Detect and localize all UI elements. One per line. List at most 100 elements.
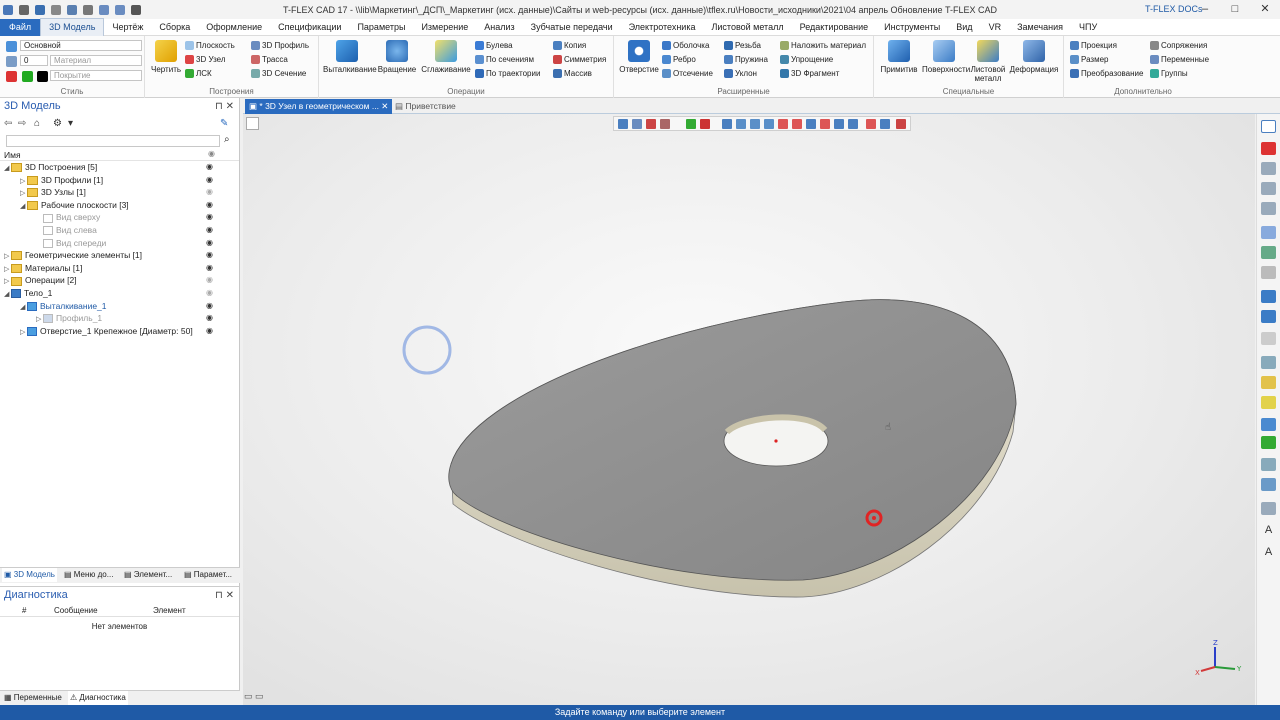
draw-button[interactable]: Чертить (151, 40, 181, 74)
section3d-button[interactable]: 3D Сечение (251, 69, 306, 79)
new-icon[interactable] (19, 4, 29, 15)
layout-toggle-icon[interactable]: ▭ ▭ (244, 691, 274, 703)
menu-remarks[interactable]: Замечания (1009, 19, 1071, 36)
tree-item[interactable]: Вид спереди ◉ (0, 237, 236, 249)
visibility-eye-icon[interactable]: ◉ (206, 325, 213, 337)
symmetry-button[interactable]: Симметрия (553, 55, 606, 65)
visibility-eye-icon[interactable]: ◉ (206, 199, 213, 211)
text-icon[interactable]: A (1261, 524, 1276, 537)
menu-assembly[interactable]: Сборка (151, 19, 198, 36)
close-button[interactable]: ✕ (1250, 0, 1280, 19)
sheet-button[interactable]: Листовой металл (970, 40, 1006, 83)
mates-button[interactable]: Сопряжения (1150, 41, 1207, 51)
copy-button[interactable]: Копия (553, 41, 586, 51)
view-cube-icon[interactable] (1261, 290, 1276, 303)
zoom-out-icon[interactable] (1261, 202, 1276, 215)
tree-item[interactable]: ▷ 3D Профили [1] ◉ (0, 174, 236, 186)
light-icon[interactable] (1261, 478, 1276, 491)
hole-button[interactable]: Отверстие (618, 40, 660, 74)
coating-select[interactable]: Покрытие (50, 70, 142, 81)
tab-variables[interactable]: ▦ Переменные (2, 691, 64, 705)
menu-electrical[interactable]: Электротехника (621, 19, 704, 36)
wireframe-icon[interactable] (1261, 418, 1276, 431)
cut-button[interactable]: Отсечение (662, 69, 713, 79)
tab-menu[interactable]: ▤ Меню до... (62, 568, 115, 582)
layer-select[interactable]: Основной (20, 40, 142, 51)
menu-parameters[interactable]: Параметры (349, 19, 413, 36)
tree-item[interactable]: ◢ 3D Построения [5] ◉ (0, 161, 236, 173)
menu-analysis[interactable]: Анализ (476, 19, 522, 36)
rotate-button[interactable]: Вращение (377, 40, 417, 74)
tool-icon[interactable]: ✎ (220, 118, 228, 129)
visibility-eye-icon[interactable]: ◉ (206, 186, 213, 198)
panel-pin-close-icon[interactable]: ⊓ ✕ (215, 98, 234, 115)
slope-button[interactable]: Уклон (724, 69, 757, 79)
rib-button[interactable]: Ребро (662, 55, 696, 65)
material-select[interactable]: Материал (50, 55, 142, 66)
tree-item[interactable]: ▷ Геометрические элементы [1] ◉ (0, 249, 236, 261)
variables-button[interactable]: Переменные (1150, 55, 1209, 65)
tree-item[interactable]: ▷ Отверстие_1 Крепежное [Диаметр: 50] ◉ (0, 325, 236, 337)
search-input[interactable] (6, 135, 220, 147)
size-button[interactable]: Размер (1070, 55, 1109, 65)
diagnostics-pin-close-icon[interactable]: ⊓ ✕ (215, 587, 234, 604)
tab-welcome[interactable]: ▤ Приветствие (391, 99, 460, 114)
deform-button[interactable]: Деформация (1008, 40, 1060, 74)
tab-diagnostics[interactable]: ⚠ Диагностика (68, 691, 128, 705)
menu-editing[interactable]: Редактирование (792, 19, 877, 36)
view-front-icon[interactable] (1261, 310, 1276, 323)
by-sections-button[interactable]: По сечениям (475, 55, 534, 65)
visibility-eye-icon[interactable]: ◉ (206, 312, 213, 324)
tab-parameters[interactable]: ▤ Парамет... (182, 568, 234, 582)
tree-item[interactable]: ◢ Выталкивание_1 ◉ (0, 300, 236, 312)
open-icon[interactable] (35, 4, 45, 15)
maximize-button[interactable]: □ (1220, 0, 1250, 19)
visibility-eye-icon[interactable]: ◉ (206, 262, 213, 274)
color-icon[interactable] (6, 71, 17, 82)
menu-file[interactable]: Файл (0, 18, 41, 36)
home-icon[interactable]: ⌂ (34, 118, 40, 129)
tree-item[interactable]: Вид слева ◉ (0, 224, 236, 236)
print-icon[interactable] (83, 4, 93, 15)
visibility-eye-icon[interactable]: ◉ (206, 237, 213, 249)
magnet-icon[interactable] (1261, 142, 1276, 155)
model-scene[interactable]: ☝ Z Y X (243, 114, 1255, 705)
render-icon[interactable] (1261, 376, 1276, 389)
redo-icon[interactable] (115, 4, 125, 15)
menu-view[interactable]: Вид (948, 19, 980, 36)
view-window-icon[interactable] (1261, 120, 1276, 133)
apply-material-button[interactable]: Наложить материал (780, 41, 866, 51)
back-icon[interactable]: ⇦ (4, 118, 12, 129)
minimize-button[interactable]: – (1190, 0, 1220, 19)
menu-formatting[interactable]: Оформление (198, 19, 270, 36)
camera-icon[interactable] (1261, 458, 1276, 471)
array-button[interactable]: Массив (553, 69, 592, 79)
select-icon[interactable] (131, 4, 141, 15)
tree-item[interactable]: ◢ Рабочие плоскости [3] ◉ (0, 199, 236, 211)
settings-icon[interactable]: ⚙ (53, 118, 62, 129)
shell-button[interactable]: Оболочка (662, 41, 709, 51)
material-view-icon[interactable] (1261, 396, 1276, 409)
filter-icon[interactable]: ▾ (68, 118, 73, 129)
visibility-eye-icon[interactable]: ◉ (206, 211, 213, 223)
visibility-eye-icon[interactable]: ◉ (206, 274, 213, 286)
search-icon[interactable]: ⌕ (224, 134, 230, 145)
menu-vr[interactable]: VR (981, 19, 1010, 36)
transform-button[interactable]: Преобразование (1070, 69, 1143, 79)
menu-drawing[interactable]: Чертёж (104, 19, 151, 36)
groups-button[interactable]: Группы (1150, 69, 1188, 79)
section-view-icon[interactable] (1261, 356, 1276, 369)
extrude-button[interactable]: Выталкивание (323, 40, 377, 74)
zoom-window-icon[interactable] (1261, 182, 1276, 195)
menu-cnc[interactable]: ЧПУ (1071, 19, 1105, 36)
tab-element[interactable]: ▤ Элемент... (122, 568, 174, 582)
palette-icon[interactable] (22, 71, 33, 82)
rotate-view-icon[interactable] (1261, 246, 1276, 259)
tree-item[interactable]: ▷ Операции [2] ◉ (0, 274, 236, 286)
fragment3d-button[interactable]: 3D Фрагмент (780, 69, 839, 79)
menu-specifications[interactable]: Спецификации (270, 19, 349, 36)
forward-icon[interactable]: ⇨ (18, 118, 26, 129)
visibility-eye-icon[interactable]: ◉ (206, 224, 213, 236)
thread-button[interactable]: Резьба (724, 41, 761, 51)
menu-tools[interactable]: Инструменты (876, 19, 948, 36)
